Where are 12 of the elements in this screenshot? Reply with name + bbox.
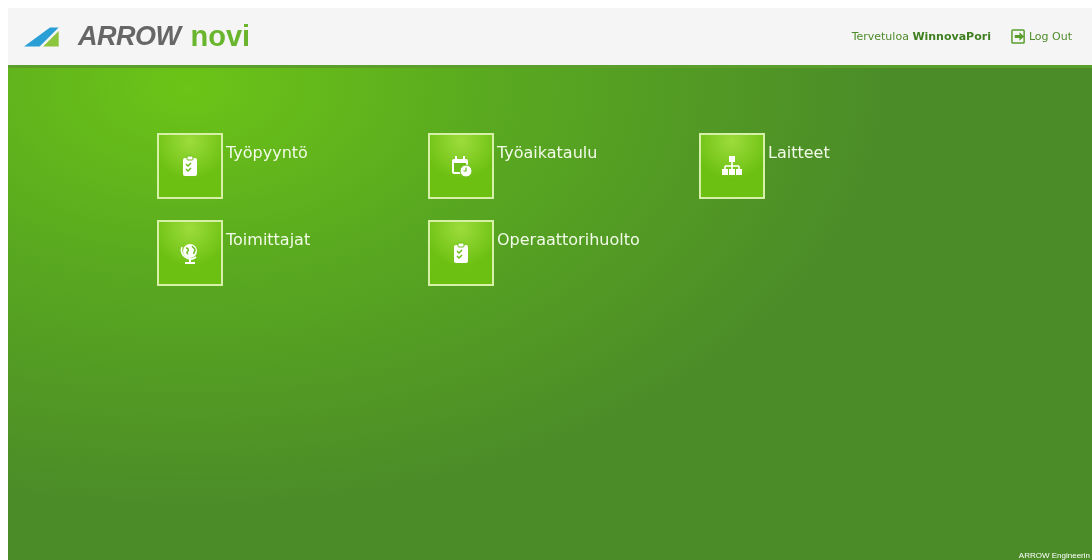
menu-tile[interactable]: Laitteet bbox=[699, 133, 970, 220]
logo: ARROW novi bbox=[24, 20, 251, 53]
menu-tile[interactable]: Työpyyntö bbox=[157, 133, 428, 220]
footer-text: ARROW Engineerin bbox=[1018, 551, 1090, 560]
log-out-link[interactable]: Log Out bbox=[1010, 29, 1072, 44]
calendar-clock-icon bbox=[449, 154, 473, 178]
log-out-icon bbox=[1010, 29, 1026, 44]
org-chart-icon bbox=[720, 154, 744, 178]
welcome-text: Tervetuloa WinnovaPori bbox=[851, 30, 991, 43]
menu-tile[interactable]: Operaattorihuolto bbox=[428, 220, 699, 307]
menu-tile[interactable]: Toimittajat bbox=[157, 220, 428, 307]
menu-tile[interactable]: Työaikataulu bbox=[428, 133, 699, 220]
